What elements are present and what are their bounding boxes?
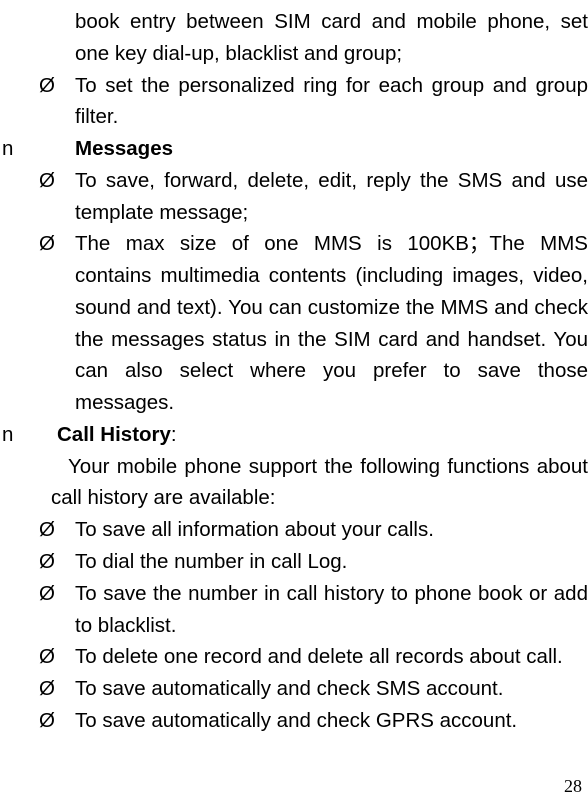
bullet-marker: Ø [0,546,75,578]
bullet-item: Ø To dial the number in call Log. [0,546,588,578]
bullet-marker: Ø [0,705,75,737]
bullet-item: Ø The max size of one MMS is 100KB；The M… [0,228,588,419]
bullet-marker: Ø [0,165,75,229]
bullet-text: The max size of one MMS is 100KB；The MMS… [75,228,588,419]
bullet-text: To set the personalized ring for each gr… [75,70,588,134]
section-title-messages: Messages [27,133,588,165]
bullet-item: Ø To save all information about your cal… [0,514,588,546]
section-marker: n [0,419,27,451]
bullet-item: Ø To save automatically and check SMS ac… [0,673,588,705]
bullet-item: Ø To save automatically and check GPRS a… [0,705,588,737]
bullet-marker: Ø [0,228,75,419]
bullet-item: Ø To save the number in call history to … [0,578,588,642]
bullet-text: To dial the number in call Log. [75,546,588,578]
bullet-text: To save automatically and check SMS acco… [75,673,588,705]
bullet-item: Ø To set the personalized ring for each … [0,70,588,134]
bullet-marker: Ø [0,514,75,546]
bullet-marker: Ø [0,578,75,642]
bullet-marker: Ø [0,673,75,705]
colon: : [171,423,177,446]
bullet-text: To save the number in call history to ph… [75,578,588,642]
section-marker: n [0,133,27,165]
continued-item: book entry between SIM card and mobile p… [0,6,588,70]
page-number: 28 [564,776,582,797]
bullet-item: Ø To delete one record and delete all re… [0,641,588,673]
bullet-marker: Ø [0,641,75,673]
section-row-messages: n Messages [0,133,588,165]
section-intro-call-history: Your mobile phone support the following … [0,451,588,515]
section-row-call-history: n Call History: [0,419,588,451]
section-title-call-history: Call History [57,423,171,446]
bullet-text: To save, forward, delete, edit, reply th… [75,165,588,229]
bullet-marker: Ø [0,70,75,134]
bullet-item: Ø To save, forward, delete, edit, reply … [0,165,588,229]
bullet-text: To save automatically and check GPRS acc… [75,705,588,737]
bullet-text: To delete one record and delete all reco… [75,641,588,673]
bullet-text: To save all information about your calls… [75,514,588,546]
